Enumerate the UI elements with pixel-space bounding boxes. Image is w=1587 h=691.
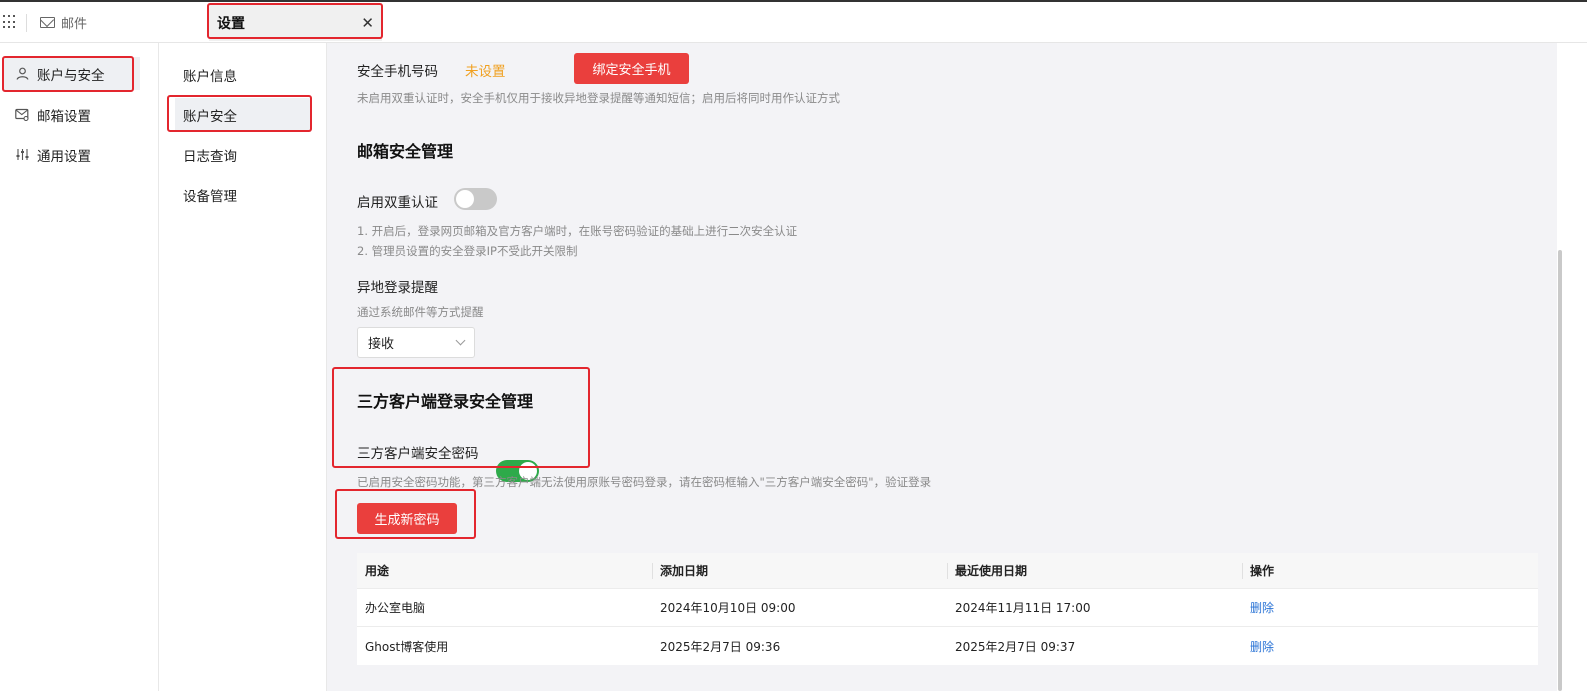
third-party-hint: 已启用安全密码功能，第三方客户端无法使用原账号密码登录，请在密码框输入"三方客户… (357, 475, 932, 489)
column-header-last-used: 最近使用日期 (947, 553, 1242, 588)
toggle-knob (456, 190, 474, 208)
divider (26, 14, 27, 32)
two-factor-note-2: 2. 管理员设置的安全登录IP不受此开关限制 (357, 244, 578, 258)
cell-added-date: 2024年10月10日 09:00 (660, 601, 796, 615)
tab-label: 设置 (217, 15, 245, 32)
subnav-item-label: 日志查询 (183, 149, 237, 165)
password-table: 用途 添加日期 最近使用日期 操作 办公室电脑 2024年10月10日 09:0… (357, 553, 1538, 665)
cell-last-used: 2024年11月11日 17:00 (955, 601, 1091, 615)
remote-login-label: 异地登录提醒 (357, 280, 438, 296)
phone-hint: 未启用双重认证时，安全手机仅用于接收异地登录提醒等通知短信；启用后将同时用作认证… (357, 91, 840, 105)
generate-password-button[interactable]: 生成新密码 (357, 503, 457, 534)
subnav-item-label: 账户安全 (183, 109, 237, 125)
chevron-down-icon (455, 335, 466, 346)
scrollbar-thumb[interactable] (1558, 250, 1562, 691)
third-party-password-label: 三方客户端安全密码 (357, 446, 479, 462)
primary-sidebar: 账户与安全 邮箱设置 通用设置 (0, 43, 159, 691)
table-row: 办公室电脑 2024年10月10日 09:00 2024年11月11日 17:0… (357, 589, 1538, 627)
top-bar: 邮件 设置 ✕ (0, 0, 1587, 43)
mailbox-settings-icon (15, 108, 29, 122)
tab-settings[interactable]: 设置 ✕ (209, 4, 382, 41)
two-factor-label: 启用双重认证 (357, 195, 438, 211)
subnav-item-account-info[interactable]: 账户信息 (175, 58, 311, 92)
delete-link[interactable]: 删除 (1250, 599, 1274, 616)
third-party-title: 三方客户端登录安全管理 (357, 392, 534, 411)
mail-app-link[interactable]: 邮件 (40, 13, 87, 32)
table-header-row: 用途 添加日期 最近使用日期 操作 (357, 553, 1538, 589)
cell-added-date: 2025年2月7日 09:36 (660, 639, 781, 654)
sliders-icon (15, 148, 29, 162)
subnav-item-device-management[interactable]: 设备管理 (175, 178, 311, 212)
delete-link[interactable]: 删除 (1250, 638, 1274, 655)
column-header-action: 操作 (1242, 553, 1538, 588)
two-factor-toggle[interactable] (454, 188, 497, 210)
remote-login-hint: 通过系统邮件等方式提醒 (357, 305, 484, 319)
two-factor-note-1: 1. 开启后，登录网页邮箱及官方客户端时，在账号密码验证的基础上进行二次安全认证 (357, 224, 798, 238)
sidebar-item-account-security[interactable]: 账户与安全 (3, 57, 140, 90)
cell-last-used: 2025年2月7日 09:37 (955, 639, 1076, 654)
cell-action: 删除 (1242, 627, 1538, 665)
user-icon (15, 67, 29, 81)
phone-label: 安全手机号码 (357, 64, 438, 80)
table-row: Ghost博客使用 2025年2月7日 09:36 2025年2月7日 09:3… (357, 627, 1538, 665)
mailbox-security-title: 邮箱安全管理 (357, 142, 454, 161)
app-grid-icon[interactable] (3, 15, 17, 29)
app-name: 邮件 (61, 17, 88, 32)
subnav-item-log-query[interactable]: 日志查询 (175, 138, 311, 172)
bind-phone-button[interactable]: 绑定安全手机 (574, 53, 689, 84)
select-value: 接收 (368, 337, 395, 352)
sidebar-item-label: 通用设置 (37, 148, 91, 165)
remote-login-select[interactable]: 接收 (357, 327, 475, 358)
close-icon[interactable]: ✕ (361, 14, 374, 32)
cell-purpose: 办公室电脑 (365, 601, 426, 615)
sidebar-item-mailbox-settings[interactable]: 邮箱设置 (3, 98, 140, 131)
column-header-added-date: 添加日期 (652, 553, 947, 588)
subnav-item-label: 设备管理 (183, 189, 237, 205)
subnav-item-label: 账户信息 (183, 69, 237, 85)
column-header-purpose: 用途 (365, 564, 390, 578)
sidebar-item-label: 邮箱设置 (37, 108, 91, 125)
phone-status: 未设置 (465, 64, 506, 80)
mail-icon (40, 17, 55, 28)
subnav-item-account-security[interactable]: 账户安全 (175, 98, 311, 132)
cell-action: 删除 (1242, 589, 1538, 626)
cell-purpose: Ghost博客使用 (365, 639, 449, 654)
sidebar-item-general-settings[interactable]: 通用设置 (3, 138, 140, 171)
secondary-sidebar: 账户信息 账户安全 日志查询 设备管理 (159, 43, 327, 691)
sidebar-item-label: 账户与安全 (37, 67, 105, 84)
